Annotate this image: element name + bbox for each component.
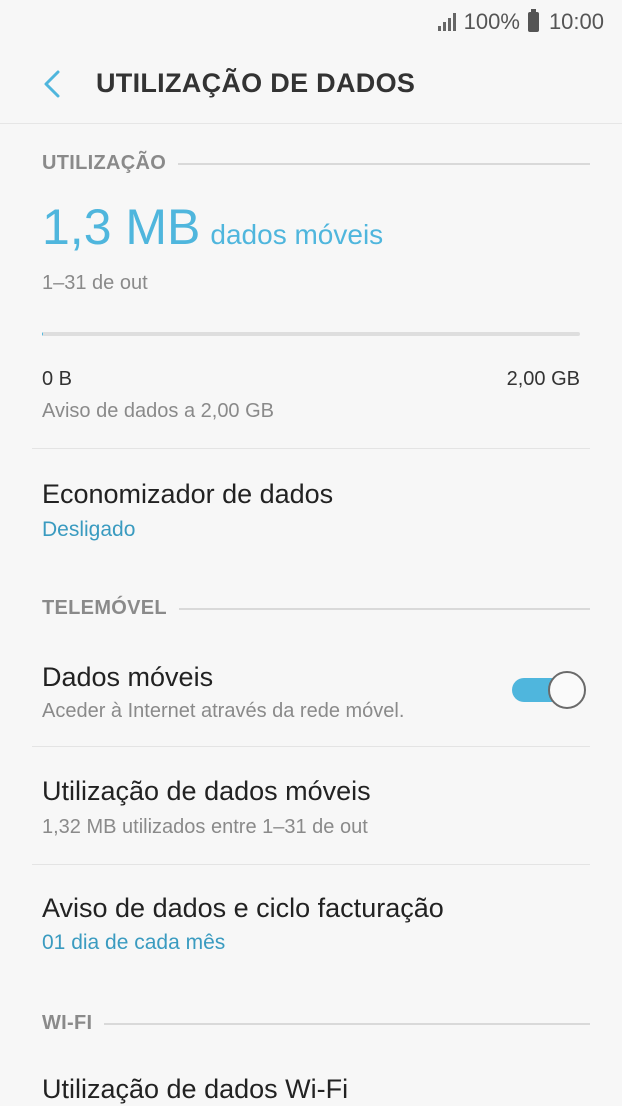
billing-cycle-title: Aviso de dados e ciclo facturação — [42, 893, 444, 923]
mobile-data-usage-row[interactable]: Utilização de dados móveis 1,32 MB utili… — [0, 747, 622, 864]
progress-min-label: 0 B — [42, 368, 73, 390]
toggle-knob — [548, 671, 586, 709]
usage-value: 1,3 MB — [42, 199, 201, 255]
data-saver-status: Desligado — [42, 518, 136, 541]
back-arrow-icon — [44, 70, 60, 97]
section-header-usage: UTILIZAÇÃO — [42, 152, 590, 175]
usage-unit-label: dados móveis — [210, 219, 384, 250]
section-label-wifi: WI-FI — [42, 1012, 93, 1034]
section-label-usage: UTILIZAÇÃO — [42, 152, 167, 174]
app-bar: UTILIZAÇÃO DE DADOS — [0, 44, 622, 124]
section-label-mobile: TELEMÓVEL — [42, 597, 167, 619]
section-header-wifi: WI-FI — [42, 1012, 590, 1035]
section-rule — [178, 162, 590, 165]
mobile-data-usage-subtitle: 1,32 MB utilizados entre 1–31 de out — [42, 816, 368, 838]
mobile-data-subtitle: Aceder à Internet através da rede móvel. — [42, 700, 405, 722]
usage-progress-bar — [42, 332, 580, 336]
data-saver-title: Economizador de dados — [42, 479, 334, 509]
usage-period: 1–31 de out — [42, 272, 148, 294]
status-bar: 100% 10:00 — [0, 0, 622, 44]
wifi-data-usage-row[interactable]: Utilização de dados Wi-Fi — [0, 1050, 622, 1106]
section-rule — [178, 607, 590, 610]
battery-percent: 100% — [463, 9, 520, 34]
progress-max-label: 2,00 GB — [506, 368, 580, 390]
data-saver-row[interactable]: Economizador de dados Desligado — [0, 449, 622, 569]
signal-icon — [437, 13, 456, 31]
page-title: UTILIZAÇÃO DE DADOS — [96, 68, 416, 98]
wifi-data-usage-title: Utilização de dados Wi-Fi — [42, 1074, 349, 1104]
mobile-data-usage-title: Utilização de dados móveis — [42, 776, 371, 806]
mobile-data-toggle[interactable] — [510, 670, 586, 710]
clock: 10:00 — [548, 9, 604, 34]
data-warning-text: Aviso de dados a 2,00 GB — [42, 400, 275, 422]
mobile-data-title: Dados móveis — [42, 662, 214, 692]
section-rule — [104, 1022, 590, 1025]
section-header-mobile: TELEMÓVEL — [42, 597, 590, 620]
usage-summary: 1,3 MB dados móveis — [42, 198, 383, 256]
billing-cycle-subtitle: 01 dia de cada mês — [42, 931, 226, 954]
billing-cycle-row[interactable]: Aviso de dados e ciclo facturação 01 dia… — [0, 865, 622, 982]
back-button[interactable] — [22, 54, 82, 114]
battery-icon — [527, 9, 539, 32]
